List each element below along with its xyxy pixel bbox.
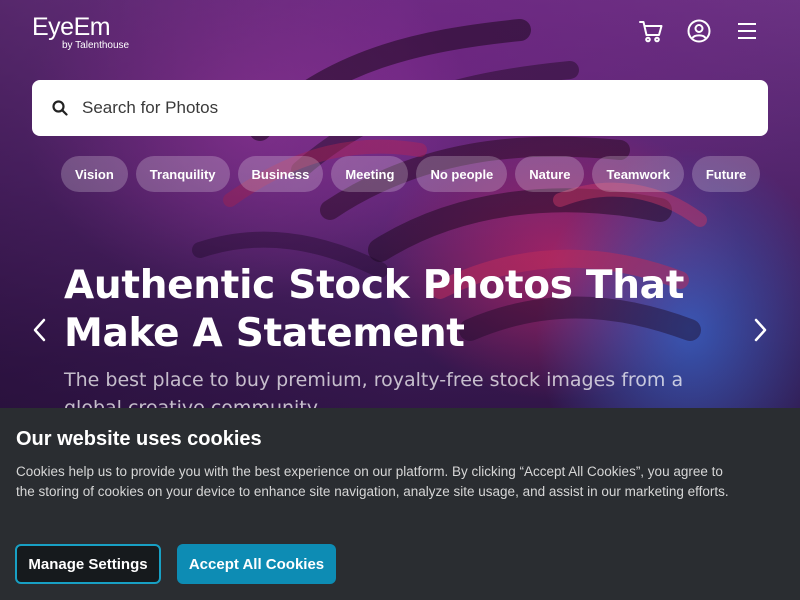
accept-all-cookies-button[interactable]: Accept All Cookies [177,544,336,584]
account-icon[interactable] [686,18,712,44]
header-actions [638,18,760,44]
eyeem-logo[interactable]: EyeEm by Talenthouse [32,14,129,52]
carousel-next-icon[interactable] [748,316,772,344]
chip-nature[interactable]: Nature [515,156,585,192]
cookie-banner-title: Our website uses cookies [16,428,262,450]
chip-no-people[interactable]: No people [416,156,508,192]
chip-business[interactable]: Business [237,156,324,192]
search-icon [52,100,68,116]
search-bar[interactable] [32,80,768,136]
logo-wordmark: EyeEm [32,13,111,41]
chip-teamwork[interactable]: Teamwork [592,156,684,192]
menu-icon[interactable] [734,18,760,44]
suggestion-chips: Vision Tranquility Business Meeting No p… [61,156,761,192]
logo-subtitle: by Talenthouse [62,40,130,51]
top-bar: EyeEm by Talenthouse [0,0,800,64]
chip-tranquility[interactable]: Tranquility [135,156,230,192]
search-input[interactable] [82,80,768,136]
chip-vision[interactable]: Vision [61,156,128,192]
cookie-banner-text: Cookies help us to provide you with the … [16,464,729,499]
carousel-prev-icon[interactable] [28,316,52,344]
cookie-banner: Our website uses cookies Cookies help us… [0,408,800,600]
chip-future[interactable]: Future [691,156,761,192]
hero-title: Authentic Stock Photos That Make A State… [64,263,685,356]
manage-settings-button[interactable]: Manage Settings [15,544,161,584]
chip-meeting[interactable]: Meeting [331,156,409,192]
cart-icon[interactable] [638,18,664,44]
